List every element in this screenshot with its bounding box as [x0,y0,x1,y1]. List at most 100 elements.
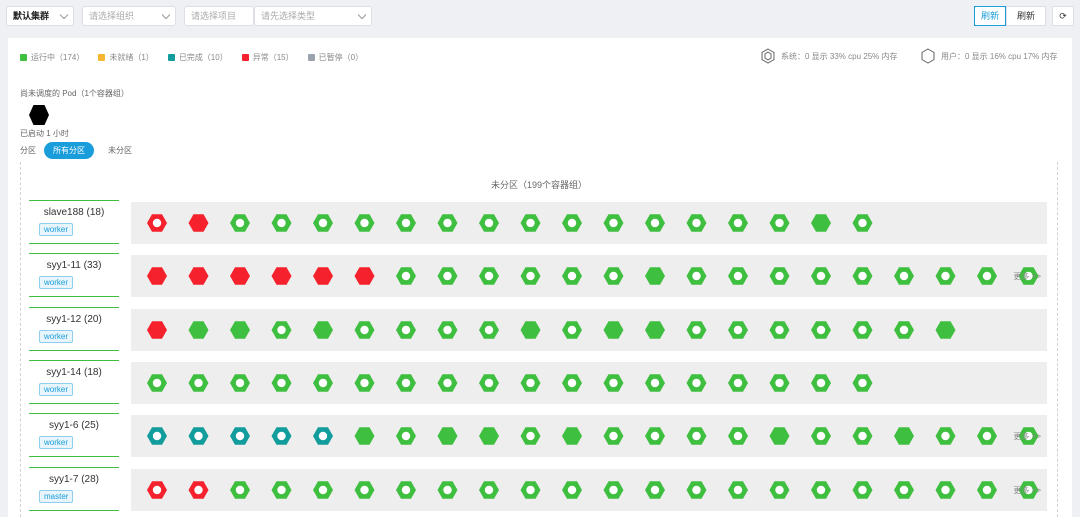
tab-unpartitioned[interactable]: 未分区 [108,145,132,156]
pod-hex-icon[interactable] [271,427,292,445]
pod-hex-icon[interactable] [769,427,790,445]
pod-hex-icon[interactable] [188,374,209,392]
node-card[interactable]: slave188 (18) worker [29,200,119,244]
pod-hex-icon[interactable] [811,481,831,499]
pod-hex-icon[interactable] [520,481,541,499]
pod-hex-icon[interactable] [977,481,997,499]
pod-hex-icon[interactable] [147,481,167,499]
pod-hex-icon[interactable] [354,321,375,339]
pod-hex-icon[interactable] [769,267,790,285]
pod-hex-icon[interactable] [728,481,748,499]
pod-hex-icon[interactable] [686,427,707,445]
pod-hex-icon[interactable] [230,427,250,445]
pod-hex-icon[interactable] [645,374,665,392]
pod-hex-icon[interactable] [562,374,582,392]
pod-hex-icon[interactable] [313,214,333,232]
pod-hex-icon[interactable] [728,214,748,232]
pod-hex-icon[interactable] [437,427,458,445]
cluster-select[interactable]: 默认集群 [6,6,74,26]
pod-hex-icon[interactable] [230,214,250,232]
pod-hex-icon[interactable] [230,481,250,499]
pod-hex-icon[interactable] [354,214,375,232]
pod-hex-icon[interactable] [188,427,209,445]
pod-hex-icon[interactable] [811,267,831,285]
pod-hex-icon[interactable] [603,374,624,392]
pod-hex-icon[interactable] [147,321,167,339]
more-link[interactable]: 更多 >> [1013,431,1041,442]
node-card[interactable]: syy1-12 (20) worker [29,307,119,351]
pod-hex-icon[interactable] [645,481,665,499]
pod-hex-icon[interactable] [437,321,458,339]
pod-hex-icon[interactable] [562,214,582,232]
pod-hex-icon[interactable] [603,267,624,285]
pod-hex-icon[interactable] [686,267,707,285]
pod-hex-icon[interactable] [479,481,499,499]
pod-hex-icon[interactable] [479,214,499,232]
pod-hex-icon[interactable] [935,267,956,285]
pod-hex-icon[interactable] [562,427,582,445]
pod-hex-icon[interactable] [977,427,997,445]
pod-hex-icon[interactable] [147,427,167,445]
pod-hex-icon[interactable] [147,267,167,285]
node-card[interactable]: syy1-7 (28) master [29,467,119,511]
more-link[interactable]: 更多 >> [1013,271,1041,282]
pod-hex-icon[interactable] [811,374,831,392]
pod-hex-icon[interactable] [977,267,997,285]
pod-hex-icon[interactable] [852,374,873,392]
pod-hex-icon[interactable] [396,427,416,445]
pod-hex-icon[interactable] [271,267,292,285]
pod-hex-icon[interactable] [728,374,748,392]
pod-hex-icon[interactable] [520,374,541,392]
pod-hex-icon[interactable] [230,321,250,339]
pod-hex-icon[interactable] [811,214,831,232]
pod-hex-icon[interactable] [354,374,375,392]
pod-hex-icon[interactable] [686,214,707,232]
pod-hex-icon[interactable] [520,427,541,445]
node-card[interactable]: syy1-6 (25) worker [29,413,119,457]
pod-hex-icon[interactable] [769,374,790,392]
pod-hex-icon[interactable] [562,267,582,285]
pod-hex-icon[interactable] [147,374,167,392]
pod-hex-icon[interactable] [271,214,292,232]
pod-hex-icon[interactable] [728,321,748,339]
pod-hex-icon[interactable] [354,481,375,499]
pod-hex-icon[interactable] [437,214,458,232]
pod-hex-icon[interactable] [396,321,416,339]
pod-hex-icon[interactable] [603,427,624,445]
pod-hex-icon[interactable] [686,481,707,499]
pod-hex-icon[interactable] [271,321,292,339]
pod-hex-icon[interactable] [852,214,873,232]
pod-hex-icon[interactable] [313,374,333,392]
pod-hex-icon[interactable] [188,481,209,499]
pod-hex-icon[interactable] [852,481,873,499]
pod-hex-icon[interactable] [313,427,333,445]
sync-icon[interactable]: ⟳ [1052,6,1074,26]
pod-hex-icon[interactable] [769,214,790,232]
pod-hex-icon[interactable] [728,427,748,445]
type-select[interactable]: 请先选择类型 [254,6,372,26]
pod-hex-icon[interactable] [603,214,624,232]
pod-hex-icon[interactable] [230,374,250,392]
pod-hex-icon[interactable] [230,267,250,285]
pod-hex-icon[interactable] [479,321,499,339]
pod-hex-icon[interactable] [894,267,914,285]
pod-hex-icon[interactable] [396,481,416,499]
pod-hex-icon[interactable] [437,481,458,499]
pod-hex-icon[interactable] [935,427,956,445]
pod-hex-icon[interactable] [603,321,624,339]
pod-hex-icon[interactable] [188,321,209,339]
pod-hex-icon[interactable] [188,214,209,232]
pod-hex-icon[interactable] [562,481,582,499]
pod-hex-icon[interactable] [728,267,748,285]
unscheduled-pod-icon[interactable] [28,104,50,126]
pod-hex-icon[interactable] [479,427,499,445]
pod-hex-icon[interactable] [313,321,333,339]
pod-hex-icon[interactable] [894,481,914,499]
refresh-button[interactable]: 刷新 [1006,6,1046,26]
pod-hex-icon[interactable] [935,481,956,499]
pod-hex-icon[interactable] [479,374,499,392]
node-card[interactable]: syy1-11 (33) worker [29,253,119,297]
pod-hex-icon[interactable] [271,481,292,499]
pod-hex-icon[interactable] [645,321,665,339]
pod-hex-icon[interactable] [769,481,790,499]
